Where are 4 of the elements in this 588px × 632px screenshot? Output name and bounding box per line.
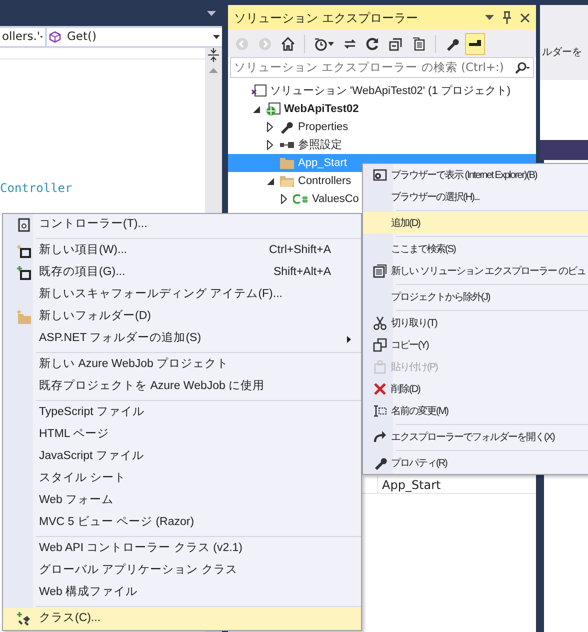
code-line: Controller: [0, 180, 74, 197]
property-value: App_Start: [381, 477, 441, 493]
menu-text: ルダーを: [542, 47, 582, 58]
panel-title: ソリューション エクスプローラー: [234, 10, 419, 26]
